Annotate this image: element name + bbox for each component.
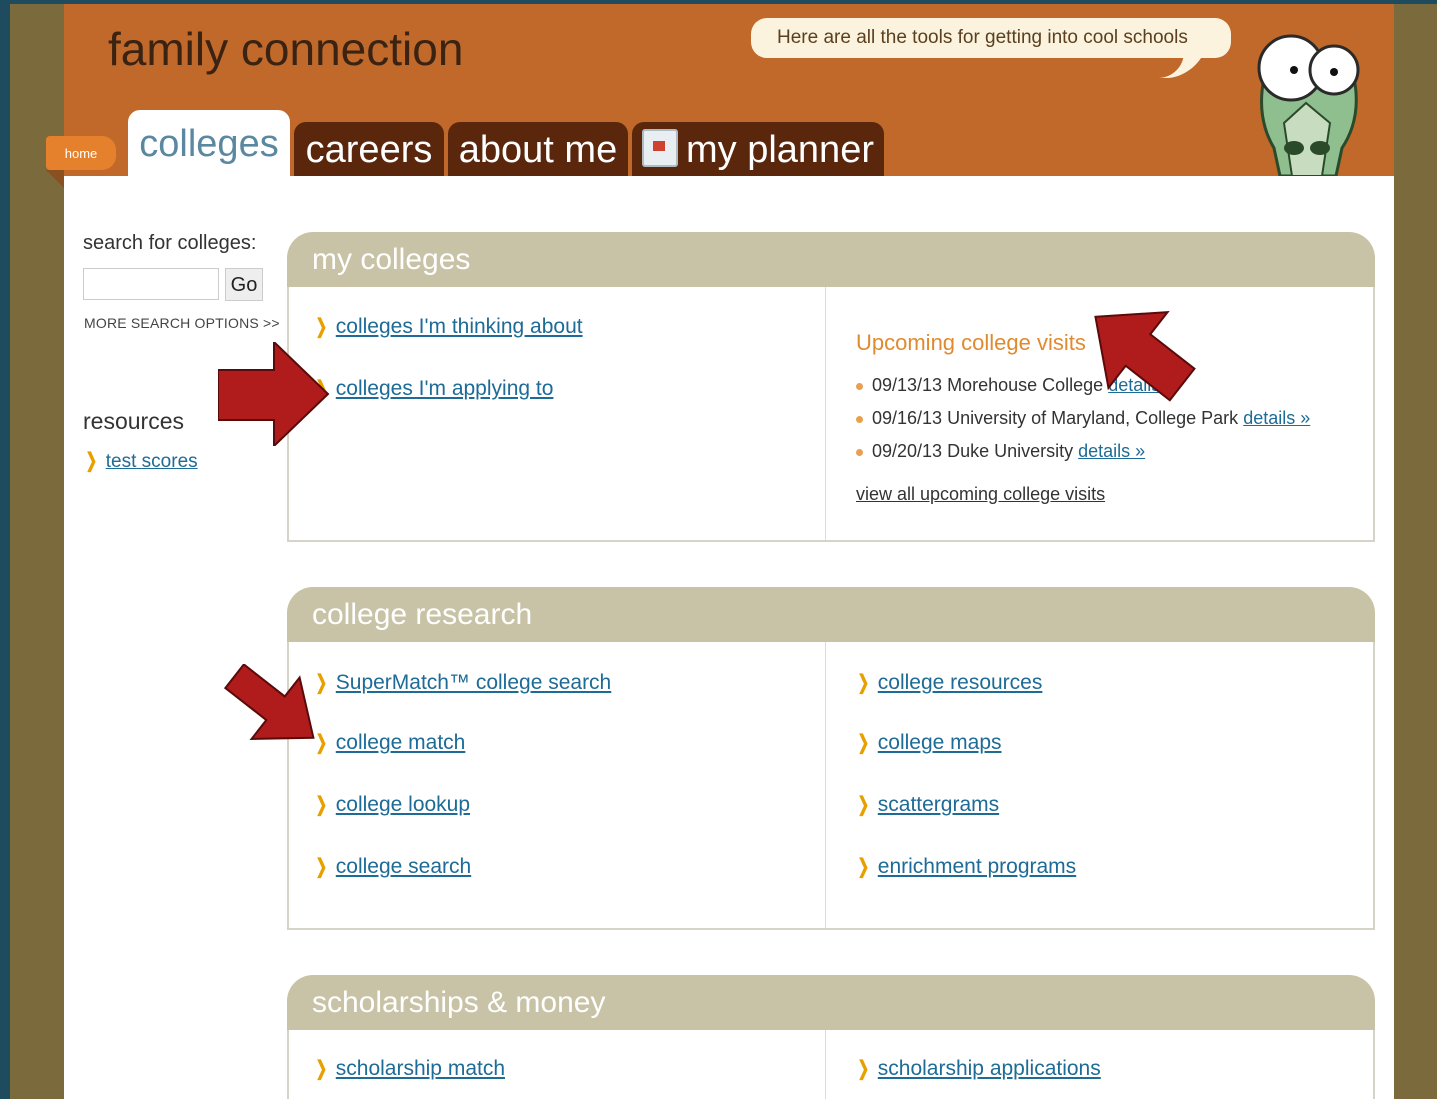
list-item[interactable]: ❯ college maps: [855, 730, 1002, 755]
column-divider: [825, 642, 826, 928]
list-item[interactable]: ❯ college lookup: [313, 792, 471, 817]
search-label: search for colleges:: [83, 232, 257, 254]
chevron-right-icon: ❯: [315, 316, 328, 338]
tab-careers[interactable]: careers: [294, 122, 444, 176]
visit-item: 09/16/13 University of Maryland, College…: [856, 408, 1310, 429]
chevron-right-icon: ❯: [315, 856, 328, 878]
crocodile-mascot-icon: [1257, 34, 1360, 176]
brand-title: family connection: [108, 23, 464, 75]
resource-item[interactable]: ❯ test scores: [83, 448, 198, 473]
colleges-thinking-about-link[interactable]: colleges I'm thinking about: [336, 315, 583, 338]
home-tab[interactable]: home: [46, 136, 116, 170]
frame-left: [0, 0, 10, 1099]
bullet-icon: [856, 448, 863, 456]
panel-header-scholarships: scholarships & money: [287, 975, 1375, 1031]
college-maps-link[interactable]: college maps: [878, 731, 1002, 754]
chevron-right-icon: ❯: [857, 794, 870, 816]
test-scores-link[interactable]: test scores: [106, 451, 198, 472]
visit-details-link[interactable]: details »: [1078, 441, 1145, 461]
list-item[interactable]: ❯ scattergrams: [855, 792, 1000, 817]
resources-heading: resources: [83, 408, 184, 434]
list-item[interactable]: ❯ college resources: [855, 670, 1043, 695]
list-item[interactable]: ❯ colleges I'm thinking about: [313, 314, 583, 339]
list-item[interactable]: ❯ scholarship applications: [855, 1056, 1101, 1081]
list-item[interactable]: ❯ enrichment programs: [855, 854, 1077, 879]
tab-colleges[interactable]: colleges: [128, 110, 290, 176]
tab-about-me[interactable]: about me: [448, 122, 628, 176]
column-divider: [825, 1030, 826, 1099]
home-tab-fold: [46, 170, 64, 188]
view-all-visits-link[interactable]: view all upcoming college visits: [856, 484, 1105, 505]
calendar-icon: [642, 128, 678, 167]
column-divider: [825, 287, 826, 540]
upcoming-visits-title: Upcoming college visits: [856, 330, 1086, 355]
panel-header-my-colleges: my colleges: [287, 232, 1375, 288]
speech-bubble: Here are all the tools for getting into …: [751, 18, 1231, 58]
panel-header-college-research: college research: [287, 587, 1375, 643]
college-search-input[interactable]: [83, 268, 219, 300]
visit-details-link[interactable]: details »: [1243, 408, 1310, 428]
annotation-arrow-icon: [1094, 311, 1196, 402]
bullet-icon: [856, 415, 863, 423]
college-lookup-link[interactable]: college lookup: [336, 793, 470, 816]
chevron-right-icon: ❯: [315, 794, 328, 816]
visit-text: 09/13/13 Morehouse College: [872, 375, 1104, 395]
supermatch-link[interactable]: SuperMatch™ college search: [336, 671, 611, 694]
chevron-right-icon: ❯: [857, 732, 870, 754]
visit-item: 09/20/13 Duke University details »: [856, 441, 1145, 462]
college-match-link[interactable]: college match: [336, 731, 466, 754]
colleges-applying-to-link[interactable]: colleges I'm applying to: [336, 377, 554, 400]
chevron-right-icon: ❯: [857, 856, 870, 878]
tab-my-planner-label: my planner: [686, 129, 874, 171]
more-search-options-link[interactable]: MORE SEARCH OPTIONS >>: [84, 315, 280, 331]
scholarship-match-link[interactable]: scholarship match: [336, 1057, 505, 1080]
chevron-right-icon: ❯: [857, 672, 870, 694]
list-item[interactable]: ❯ scholarship match: [313, 1056, 506, 1081]
visit-text: 09/20/13 Duke University: [872, 441, 1074, 461]
annotation-arrow-icon: [224, 664, 315, 741]
enrichment-programs-link[interactable]: enrichment programs: [878, 855, 1076, 878]
list-item[interactable]: ❯ SuperMatch™ college search: [313, 670, 612, 695]
college-search-link[interactable]: college search: [336, 855, 471, 878]
list-item[interactable]: ❯ college search: [313, 854, 472, 879]
scholarship-applications-link[interactable]: scholarship applications: [878, 1057, 1101, 1080]
annotation-arrow-icon: [218, 342, 330, 446]
college-resources-link[interactable]: college resources: [878, 671, 1043, 694]
tab-my-planner[interactable]: my planner: [632, 122, 884, 176]
bullet-icon: [856, 382, 863, 390]
list-item[interactable]: ❯colleges I'm applying to: [313, 376, 554, 401]
chevron-right-icon: ❯: [85, 450, 98, 472]
visit-text: 09/16/13 University of Maryland, College…: [872, 408, 1239, 428]
scattergrams-link[interactable]: scattergrams: [878, 793, 999, 816]
go-button[interactable]: Go: [225, 268, 263, 301]
list-item[interactable]: ❯ college match: [313, 730, 466, 755]
chevron-right-icon: ❯: [315, 1058, 328, 1080]
chevron-right-icon: ❯: [857, 1058, 870, 1080]
